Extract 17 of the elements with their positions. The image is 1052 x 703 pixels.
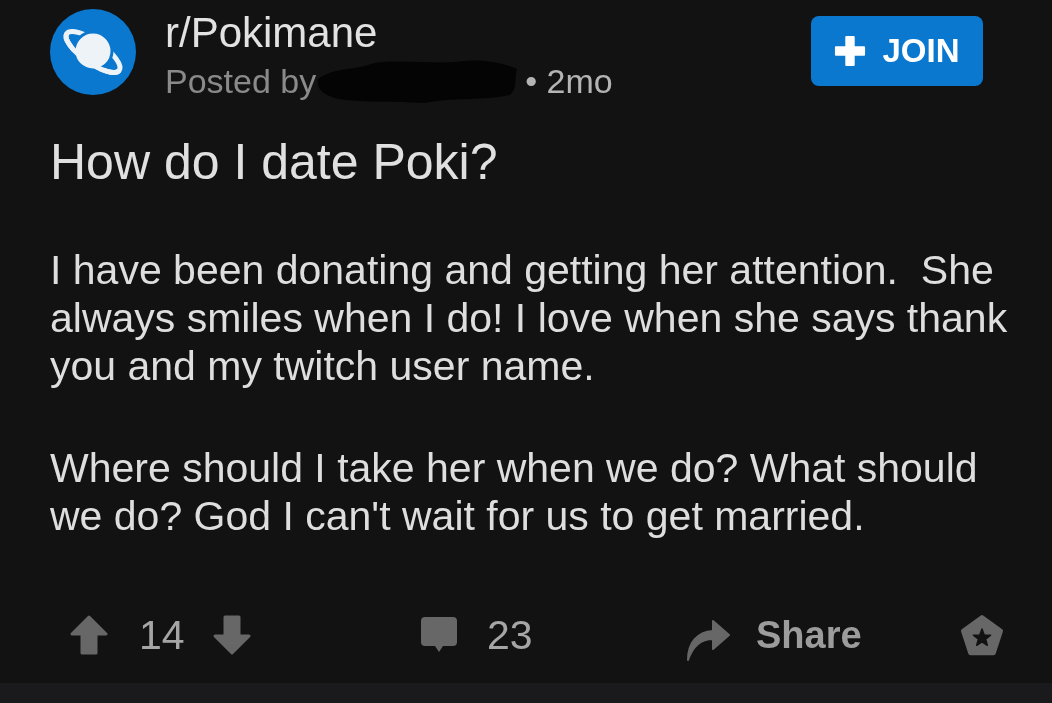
post-body-paragraph: I have been donating and getting her attention. She always smiles when I do! I love when she says thank you and my twitch user name.	[50, 246, 1009, 390]
post-body-paragraph: Where should I take her when we do? What should we do? God I can't wait for us to get married.	[50, 444, 979, 540]
share-button[interactable]: Share	[686, 609, 862, 661]
upvote-arrow-icon[interactable]	[70, 615, 108, 655]
share-arrow-icon	[686, 617, 730, 661]
plus-icon	[834, 35, 867, 67]
vote-score: 14	[139, 611, 185, 659]
post-title: How do I date Poki?	[50, 134, 499, 190]
star-pentagon-icon[interactable]	[960, 614, 1004, 656]
comment-bubble-icon	[420, 616, 458, 654]
posted-by-label: Posted by	[165, 60, 317, 101]
downvote-arrow-icon[interactable]	[212, 615, 251, 655]
join-button[interactable]: JOIN	[811, 16, 983, 86]
subreddit-name[interactable]: r/Pokimane	[165, 10, 613, 56]
comments-button[interactable]: 23	[420, 611, 533, 659]
post-age: • 2mo	[525, 60, 613, 101]
planet-avatar-icon	[50, 9, 136, 95]
